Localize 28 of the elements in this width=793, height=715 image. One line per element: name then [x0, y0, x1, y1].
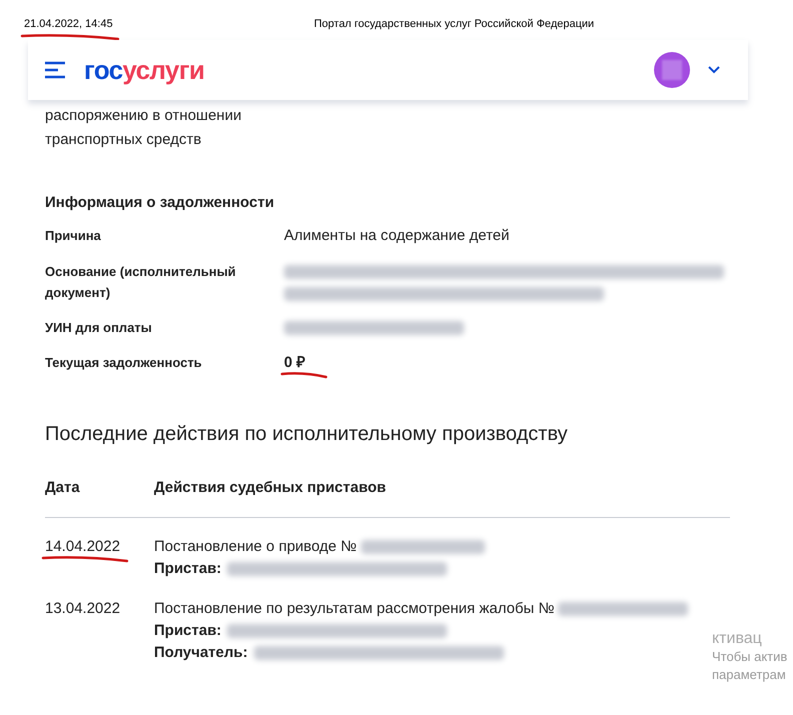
activation-notice: ктивац [712, 630, 763, 648]
activation-notice: Чтобы актив [712, 648, 788, 666]
print-title: Портал государственных услуг Российской Федерации [314, 17, 594, 32]
action-title: Постановление о приводе № [154, 537, 357, 557]
section-heading: Последние действия по исполнительному производству [45, 422, 569, 446]
print-timestamp: 21.04.2022, 14:45 [24, 18, 113, 30]
column-header: Действия судебных приставов [154, 478, 386, 498]
action-title: Постановление по результатам рассмотрения жалобы № [154, 599, 554, 619]
field-label: Получатель: [154, 643, 248, 663]
action-date: 13.04.2022 [45, 600, 120, 617]
chevron-down-icon[interactable] [708, 66, 720, 74]
underline-mark [280, 371, 328, 379]
field-label: Причина [45, 226, 102, 245]
field-label: Пристав: [154, 621, 222, 641]
field-label: распоряжению в отношении транспортных средств [45, 106, 242, 150]
site-logo[interactable]: госуслуги [84, 57, 204, 83]
field-label: Основание (исполнительный документ) [45, 263, 237, 302]
avatar[interactable] [654, 52, 690, 88]
field-label: УИН для оплаты [45, 319, 153, 337]
debt-amount: 0 ₽ [284, 354, 306, 371]
field-label: Пристав: [154, 559, 222, 579]
menu-icon[interactable] [44, 61, 66, 79]
column-header: Дата [45, 478, 81, 498]
field-label: Текущая задолженность [45, 354, 203, 372]
activation-notice: параметрам [712, 666, 787, 684]
section-title: Информация о задолженности [45, 193, 276, 213]
action-date: 14.04.2022 [45, 538, 120, 555]
field-value: Алименты на содержание детей [284, 226, 510, 244]
